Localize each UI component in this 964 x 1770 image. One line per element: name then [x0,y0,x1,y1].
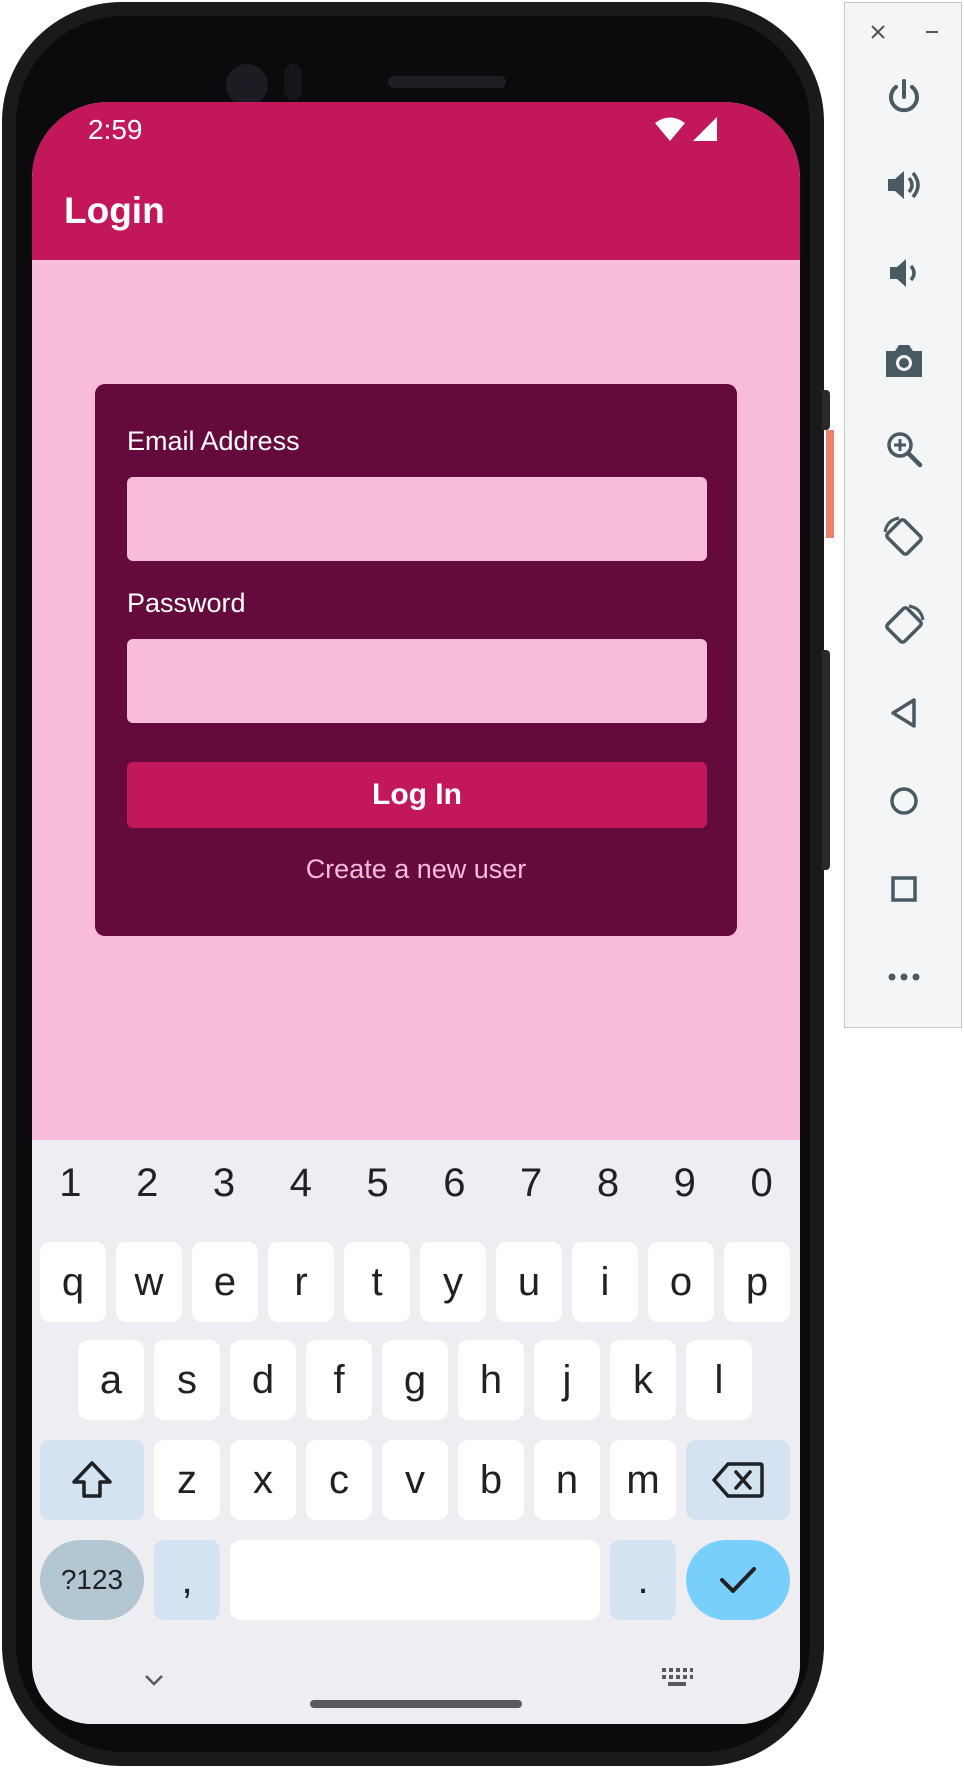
key-2[interactable]: 2 [109,1140,186,1224]
key-o[interactable]: o [648,1242,714,1322]
camera-icon[interactable] [878,335,930,387]
home-icon[interactable] [878,775,930,827]
key-f[interactable]: f [306,1340,372,1420]
key-7[interactable]: 7 [493,1140,570,1224]
key-v[interactable]: v [382,1440,448,1520]
backspace-key[interactable] [686,1440,790,1520]
backspace-icon [712,1462,764,1498]
key-5[interactable]: 5 [339,1140,416,1224]
password-label: Password [127,588,246,618]
checkmark-icon [720,1567,756,1593]
more-icon[interactable] [878,951,930,1003]
key-k[interactable]: k [610,1340,676,1420]
status-icons [654,116,718,142]
key-t[interactable]: t [344,1242,410,1322]
key-i[interactable]: i [572,1242,638,1322]
space-key[interactable] [230,1540,600,1620]
key-9[interactable]: 9 [646,1140,723,1224]
hide-keyboard-icon[interactable] [142,1672,166,1688]
soft-keyboard: 1 2 3 4 5 6 7 8 9 0 q w e r t y u i o p … [32,1140,800,1724]
back-icon[interactable] [878,687,930,739]
symbols-key[interactable]: ?123 [40,1540,144,1620]
key-a[interactable]: a [78,1340,144,1420]
email-field[interactable] [127,477,707,561]
status-bar: 2:59 [32,102,800,160]
key-z[interactable]: z [154,1440,220,1520]
keyboard-switch-icon[interactable] [660,1666,694,1690]
overview-icon[interactable] [878,863,930,915]
key-m[interactable]: m [610,1440,676,1520]
login-card: Email Address Password Log In Create a n… [95,384,737,936]
key-0[interactable]: 0 [723,1140,800,1224]
key-l[interactable]: l [686,1340,752,1420]
key-4[interactable]: 4 [262,1140,339,1224]
device-screen: 2:59 Login Email Address Password Log In… [32,102,800,1724]
login-button[interactable]: Log In [127,762,707,828]
side-button-top [822,390,830,430]
key-n[interactable]: n [534,1440,600,1520]
email-label: Email Address [127,426,300,456]
sensor [284,64,302,100]
key-r[interactable]: r [268,1242,334,1322]
minimize-icon[interactable] [923,23,941,41]
enter-key[interactable] [686,1540,790,1620]
comma-key[interactable]: , [154,1540,220,1620]
volume-rocker [822,650,830,870]
power-icon[interactable] [878,71,930,123]
front-camera [226,64,268,106]
create-user-link[interactable]: Create a new user [95,854,737,885]
power-button [826,430,834,538]
key-w[interactable]: w [116,1242,182,1322]
key-j[interactable]: j [534,1340,600,1420]
close-icon[interactable] [869,23,887,41]
app-bar: Login [32,160,800,260]
page-title: Login [64,190,165,231]
key-1[interactable]: 1 [32,1140,109,1224]
key-6[interactable]: 6 [416,1140,493,1224]
password-field[interactable] [127,639,707,723]
key-y[interactable]: y [420,1242,486,1322]
key-s[interactable]: s [154,1340,220,1420]
key-3[interactable]: 3 [186,1140,263,1224]
key-q[interactable]: q [40,1242,106,1322]
number-row: 1 2 3 4 5 6 7 8 9 0 [32,1140,800,1224]
earpiece-speaker [388,76,506,88]
key-8[interactable]: 8 [570,1140,647,1224]
signal-icon [693,117,717,141]
period-key[interactable]: . [610,1540,676,1620]
gesture-handle[interactable] [310,1700,522,1708]
shift-icon [72,1461,112,1498]
emulator-toolbar [844,2,962,1028]
rotate-left-icon[interactable] [878,511,930,563]
key-b[interactable]: b [458,1440,524,1520]
volume-up-icon[interactable] [878,159,930,211]
key-c[interactable]: c [306,1440,372,1520]
key-e[interactable]: e [192,1242,258,1322]
key-x[interactable]: x [230,1440,296,1520]
status-time: 2:59 [88,114,143,145]
key-g[interactable]: g [382,1340,448,1420]
key-d[interactable]: d [230,1340,296,1420]
key-p[interactable]: p [724,1242,790,1322]
volume-down-icon[interactable] [878,247,930,299]
shift-key[interactable] [40,1440,144,1520]
rotate-right-icon[interactable] [878,599,930,651]
key-u[interactable]: u [496,1242,562,1322]
wifi-icon [655,117,685,141]
zoom-icon[interactable] [878,423,930,475]
key-h[interactable]: h [458,1340,524,1420]
